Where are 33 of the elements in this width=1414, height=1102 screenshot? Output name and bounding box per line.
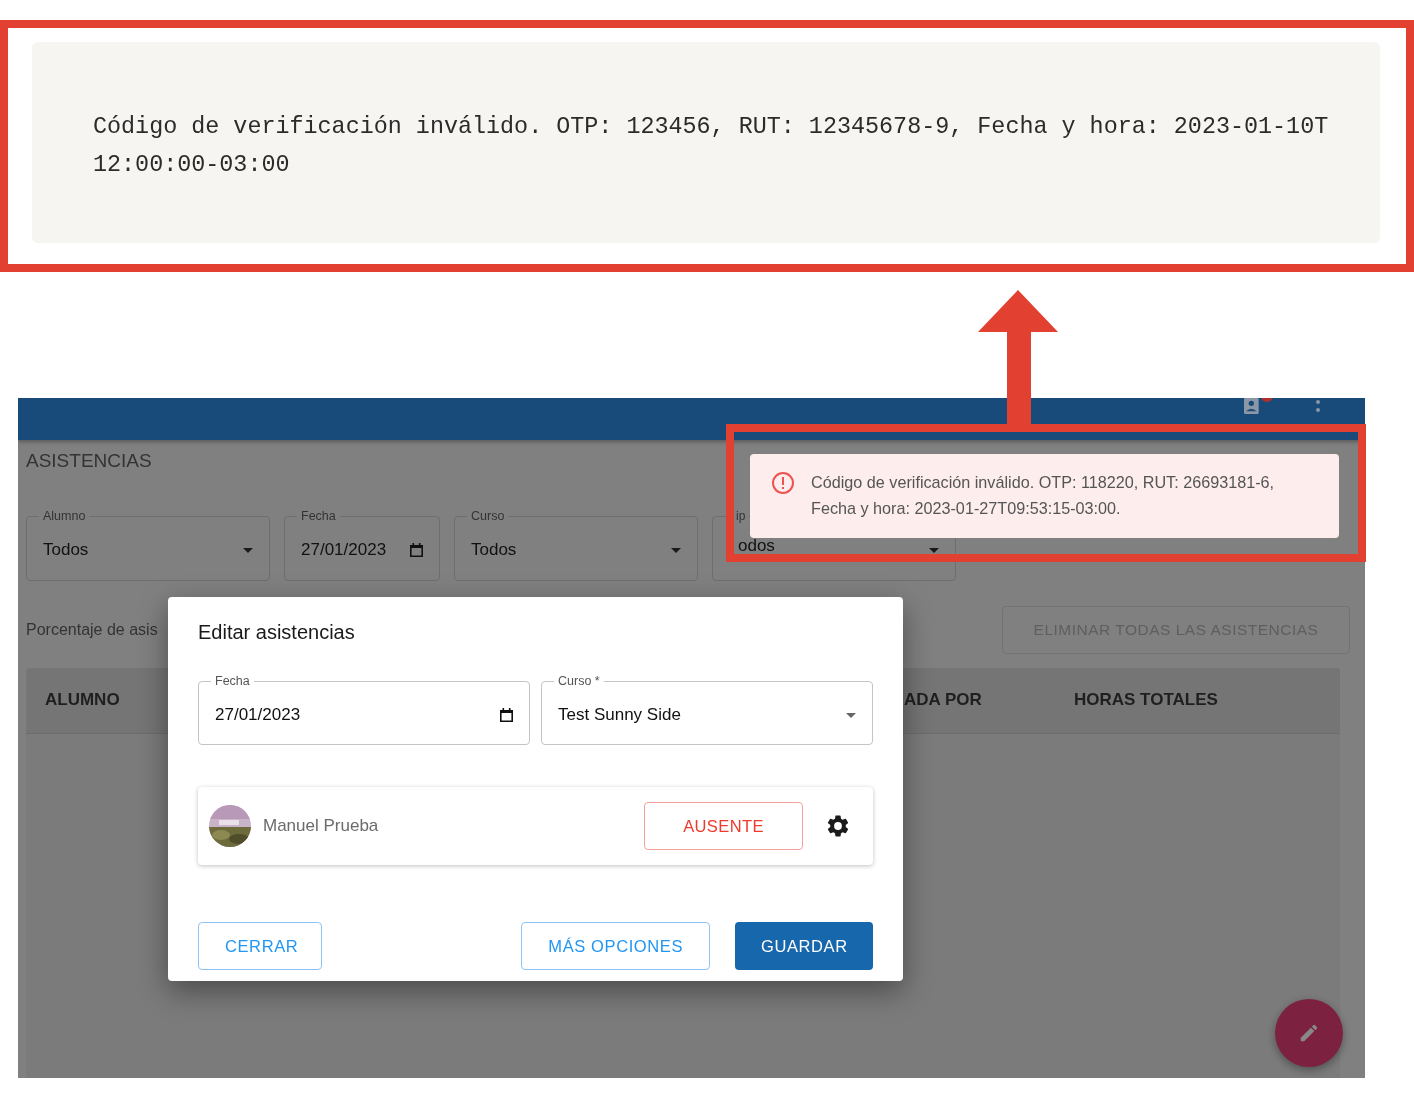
column-header: ALUMNO <box>45 690 120 710</box>
field-label: ip <box>735 509 747 523</box>
dialog-title: Editar asistencias <box>198 621 356 644</box>
field-label: Fecha <box>214 674 251 688</box>
select-field[interactable]: Curso * Test Sunny Side <box>541 674 873 745</box>
percentage-label: Porcentaje de asis <box>26 621 158 639</box>
date-field[interactable]: Fecha 27/01/2023 <box>198 674 530 745</box>
calendar-icon <box>410 543 423 557</box>
pencil-icon <box>1298 1022 1320 1044</box>
error-icon <box>771 471 795 495</box>
field-label: Fecha <box>300 509 337 523</box>
caret-icon <box>243 547 253 553</box>
select-field[interactable]: Alumno Todos <box>26 509 270 581</box>
caret-icon <box>846 712 856 718</box>
dialog-button[interactable]: CERRAR <box>198 922 322 970</box>
field-label: Alumno <box>42 509 87 523</box>
page-title: ASISTENCIAS <box>26 450 153 473</box>
error-text: Código de verificación inválido. OTP: 123456, RUT: 12345678-9, Fecha y hora: 2023-01-10T 12:00:00-03:00 <box>93 113 1330 180</box>
status-button[interactable]: AUSENTE <box>644 802 803 850</box>
column-header: ADA POR <box>904 690 982 710</box>
dialog-button[interactable]: MÁS OPCIONES <box>521 922 710 970</box>
student-name: Manuel Prueba <box>263 816 380 836</box>
date-field[interactable]: Fecha 27/01/2023 <box>284 509 440 581</box>
more-icon[interactable] <box>1315 400 1321 414</box>
settings-icon[interactable] <box>825 813 851 839</box>
save-button[interactable]: GUARDAR <box>735 922 873 970</box>
column-header: HORAS TOTALES <box>1074 690 1218 710</box>
select-field[interactable]: Curso Todos <box>454 509 698 581</box>
caret-icon <box>671 547 681 553</box>
field-label: Curso <box>470 509 506 523</box>
caret-icon <box>929 547 939 553</box>
calendar-icon <box>500 708 513 722</box>
field-label: Curso * <box>557 674 601 688</box>
